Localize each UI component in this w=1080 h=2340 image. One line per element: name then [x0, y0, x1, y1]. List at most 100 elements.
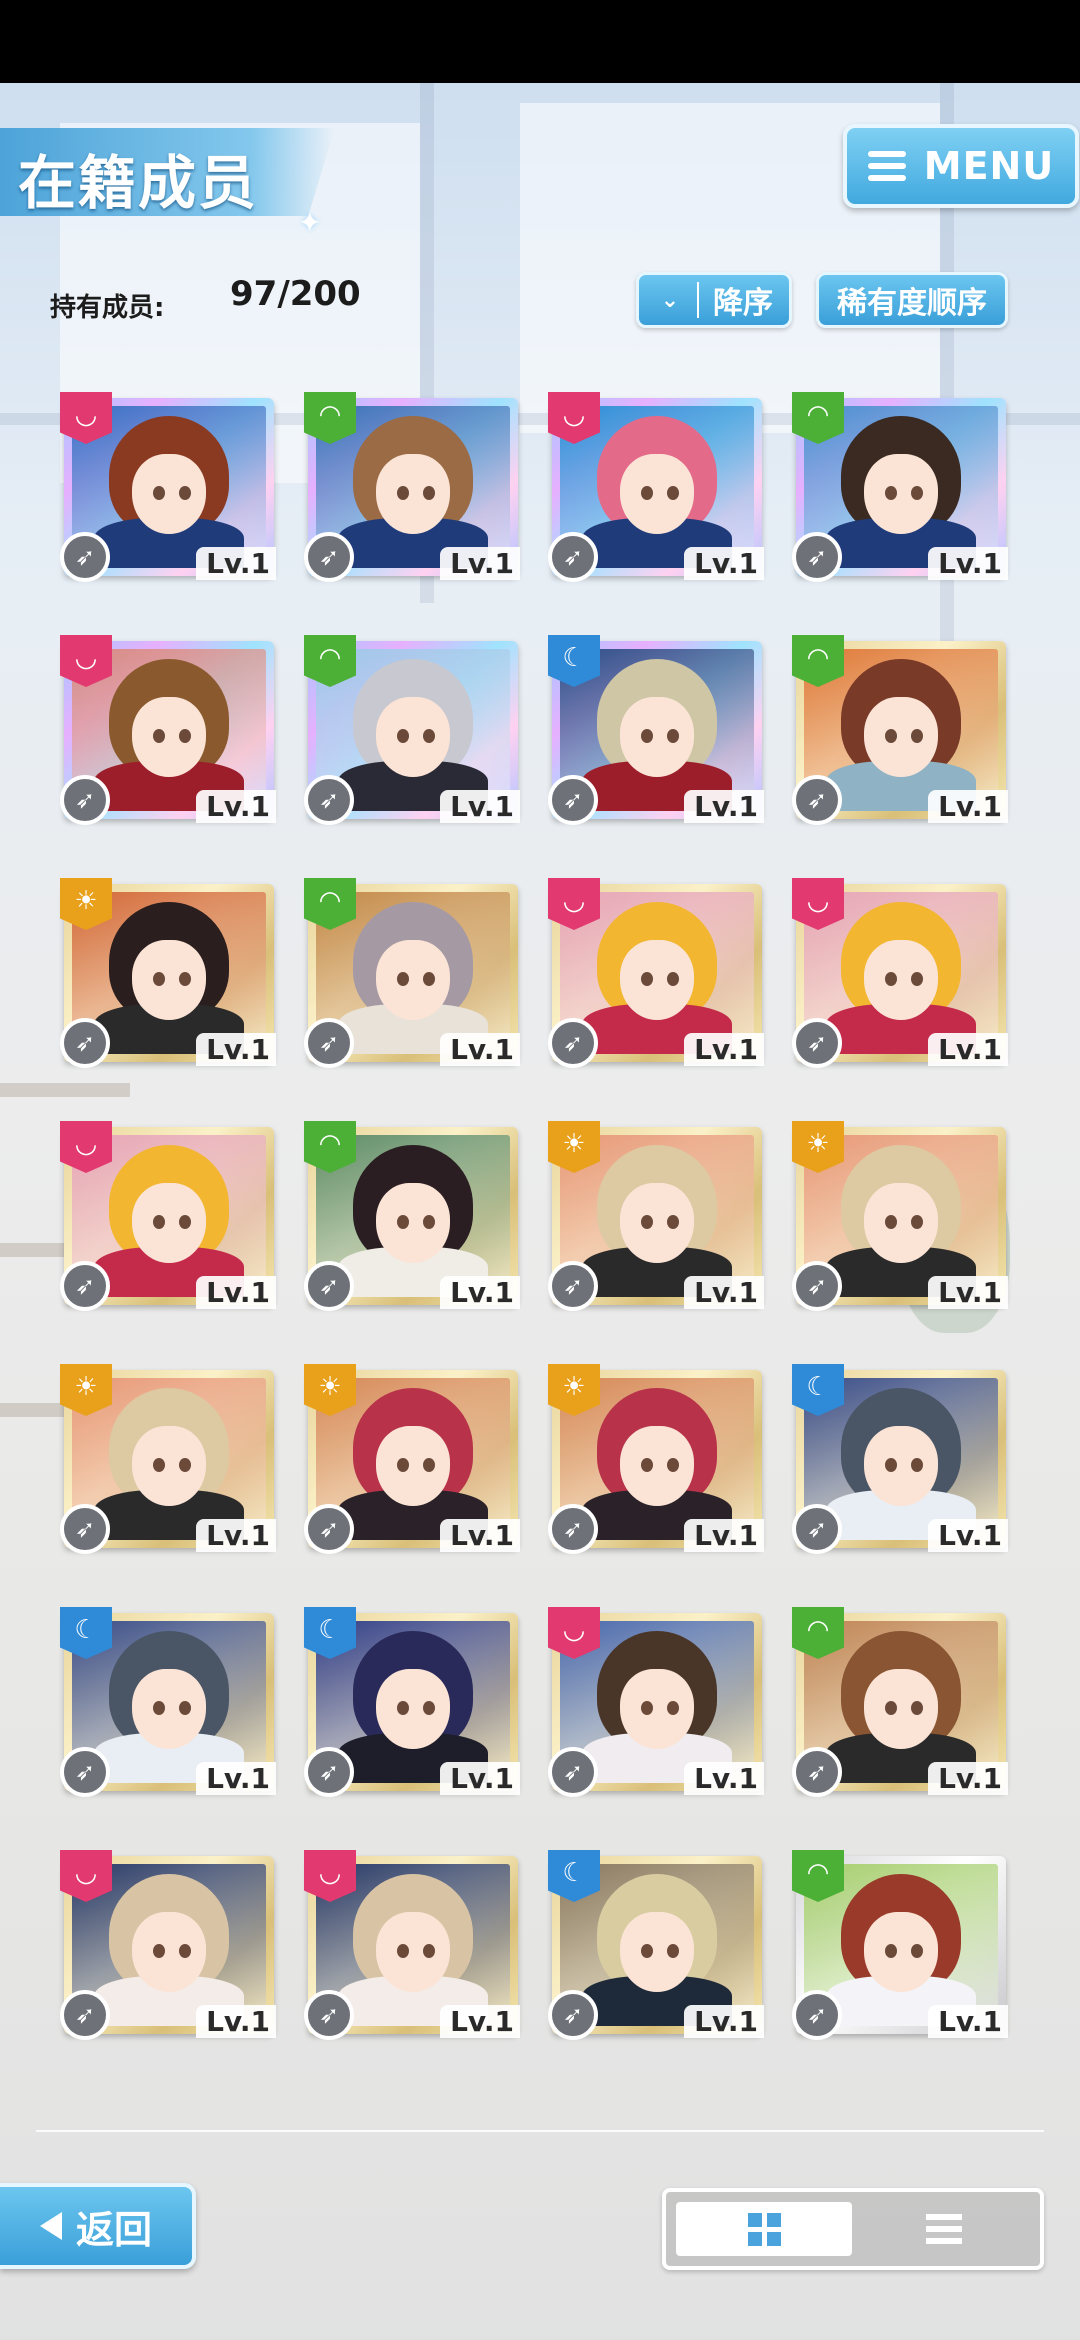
weapon-icon: ➶	[304, 1504, 354, 1554]
member-card[interactable]: ☀ ➶ Lv.1	[60, 878, 276, 1068]
weapon-icon: ➶	[792, 1747, 842, 1797]
weapon-icon: ➶	[304, 1261, 354, 1311]
member-level: Lv.1	[684, 1033, 764, 1066]
member-level: Lv.1	[684, 2005, 764, 2038]
member-level: Lv.1	[684, 1762, 764, 1795]
weapon-icon: ➶	[792, 532, 842, 582]
member-level: Lv.1	[684, 1519, 764, 1552]
member-level: Lv.1	[684, 790, 764, 823]
weapon-icon: ➶	[304, 1747, 354, 1797]
back-label: 返回	[75, 2207, 152, 2252]
weapon-icon: ➶	[548, 1990, 598, 2040]
weapon-icon: ➶	[60, 1990, 110, 2040]
menu-button[interactable]: MENU	[843, 124, 1079, 208]
member-card[interactable]: ◠ ➶ Lv.1	[792, 635, 1008, 825]
member-card[interactable]: ◠ ➶ Lv.1	[304, 1121, 520, 1311]
member-card[interactable]: ☀ ➶ Lv.1	[548, 1364, 764, 1554]
member-card[interactable]: ☾ ➶ Lv.1	[548, 635, 764, 825]
member-level: Lv.1	[928, 1033, 1008, 1066]
member-card[interactable]: ◡ ➶ Lv.1	[304, 1850, 520, 2040]
member-level: Lv.1	[928, 547, 1008, 580]
member-card[interactable]: ☀ ➶ Lv.1	[792, 1121, 1008, 1311]
member-card[interactable]: ◡ ➶ Lv.1	[60, 1121, 276, 1311]
member-level: Lv.1	[928, 2005, 1008, 2038]
member-card[interactable]: ◡ ➶ Lv.1	[548, 1607, 764, 1797]
member-level: Lv.1	[440, 1276, 520, 1309]
member-card[interactable]: ☾ ➶ Lv.1	[548, 1850, 764, 2040]
member-level: Lv.1	[440, 547, 520, 580]
weapon-icon: ➶	[304, 532, 354, 582]
weapon-icon: ➶	[548, 1018, 598, 1068]
weapon-icon: ➶	[60, 775, 110, 825]
back-arrow-icon	[39, 2212, 62, 2240]
owned-members-label: 持有成员:	[50, 293, 165, 323]
member-card[interactable]: ◡ ➶ Lv.1	[792, 878, 1008, 1068]
weapon-icon: ➶	[548, 532, 598, 582]
member-card[interactable]: ◡ ➶ Lv.1	[60, 635, 276, 825]
weapon-icon: ➶	[792, 1261, 842, 1311]
member-card[interactable]: ◠ ➶ Lv.1	[792, 1850, 1008, 2040]
weapon-icon: ➶	[548, 775, 598, 825]
weapon-icon: ➶	[548, 1747, 598, 1797]
weapon-icon: ➶	[60, 1747, 110, 1797]
member-card[interactable]: ☀ ➶ Lv.1	[60, 1364, 276, 1554]
menu-label: MENU	[923, 144, 1055, 188]
member-level: Lv.1	[440, 2005, 520, 2038]
page-title: 在籍成员	[18, 149, 259, 217]
member-level: Lv.1	[684, 547, 764, 580]
member-level: Lv.1	[196, 1762, 276, 1795]
weapon-icon: ➶	[792, 775, 842, 825]
weapon-icon: ➶	[548, 1504, 598, 1554]
weapon-icon: ➶	[304, 1018, 354, 1068]
list-icon	[926, 2214, 962, 2244]
weapon-icon: ➶	[792, 1504, 842, 1554]
member-level: Lv.1	[196, 1033, 276, 1066]
hamburger-icon	[867, 151, 906, 181]
member-level: Lv.1	[684, 1276, 764, 1309]
weapon-icon: ➶	[60, 1261, 110, 1311]
list-view-button[interactable]	[856, 2202, 1032, 2256]
sort-rarity-button[interactable]: 稀有度顺序	[816, 272, 1008, 328]
member-card[interactable]: ☀ ➶ Lv.1	[548, 1121, 764, 1311]
member-level: Lv.1	[440, 1762, 520, 1795]
weapon-icon: ➶	[304, 1990, 354, 2040]
member-card[interactable]: ◠ ➶ Lv.1	[304, 392, 520, 582]
member-card[interactable]: ◠ ➶ Lv.1	[792, 1607, 1008, 1797]
divider	[36, 2130, 1044, 2132]
member-card[interactable]: ☾ ➶ Lv.1	[304, 1607, 520, 1797]
sort-order-label: 降序	[713, 286, 773, 321]
member-card[interactable]: ◠ ➶ Lv.1	[304, 878, 520, 1068]
member-card[interactable]: ◡ ➶ Lv.1	[548, 392, 764, 582]
member-card[interactable]: ☾ ➶ Lv.1	[792, 1364, 1008, 1554]
status-bar	[0, 0, 1080, 83]
back-button[interactable]: 返回	[0, 2183, 196, 2269]
member-card[interactable]: ◠ ➶ Lv.1	[792, 392, 1008, 582]
member-level: Lv.1	[196, 1276, 276, 1309]
sort-rarity-label: 稀有度顺序	[837, 286, 987, 321]
member-level: Lv.1	[928, 1276, 1008, 1309]
weapon-icon: ➶	[304, 775, 354, 825]
member-card[interactable]: ◡ ➶ Lv.1	[60, 1850, 276, 2040]
member-level: Lv.1	[196, 790, 276, 823]
sort-order-button[interactable]: ⌄ 降序	[636, 272, 792, 328]
weapon-icon: ➶	[792, 1990, 842, 2040]
member-level: Lv.1	[196, 1519, 276, 1552]
member-card[interactable]: ◡ ➶ Lv.1	[60, 392, 276, 582]
weapon-icon: ➶	[792, 1018, 842, 1068]
member-card[interactable]: ☾ ➶ Lv.1	[60, 1607, 276, 1797]
member-card[interactable]: ◠ ➶ Lv.1	[304, 635, 520, 825]
member-level: Lv.1	[440, 1033, 520, 1066]
member-card[interactable]: ☀ ➶ Lv.1	[304, 1364, 520, 1554]
member-level: Lv.1	[440, 790, 520, 823]
weapon-icon: ➶	[60, 1018, 110, 1068]
member-level: Lv.1	[928, 1519, 1008, 1552]
grid-view-button[interactable]	[676, 2202, 852, 2256]
weapon-icon: ➶	[548, 1261, 598, 1311]
sparkle-icon: ✦	[298, 206, 322, 239]
weapon-icon: ➶	[60, 532, 110, 582]
member-level: Lv.1	[928, 1762, 1008, 1795]
member-level: Lv.1	[196, 2005, 276, 2038]
weapon-icon: ➶	[60, 1504, 110, 1554]
member-level: Lv.1	[440, 1519, 520, 1552]
member-card[interactable]: ◡ ➶ Lv.1	[548, 878, 764, 1068]
